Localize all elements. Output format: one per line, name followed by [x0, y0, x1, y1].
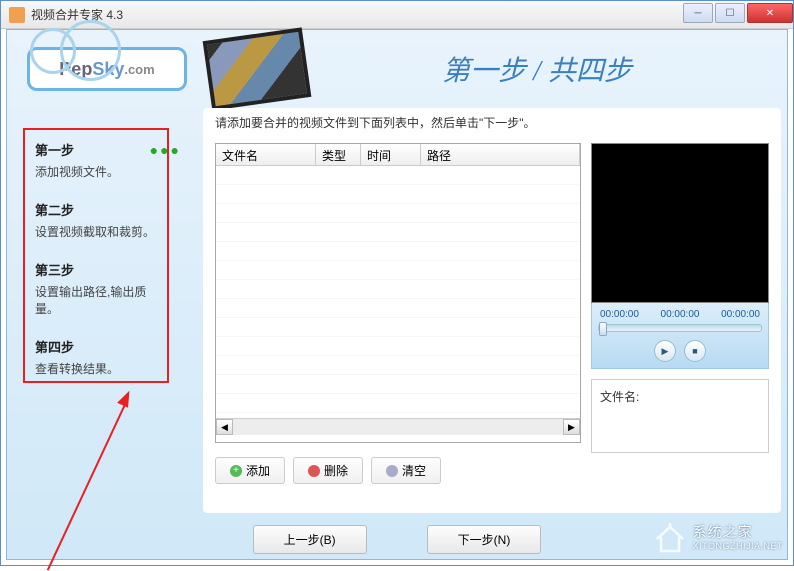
step-desc: 查看转换结果。 — [35, 360, 157, 377]
seek-slider[interactable] — [598, 324, 762, 332]
clear-label: 清空 — [402, 462, 426, 479]
content: ●●● 第一步 添加视频文件。 第二步 设置视频截取和裁剪。 第三步 设置输出路… — [7, 108, 787, 519]
clear-button[interactable]: 清空 — [371, 457, 441, 484]
stop-button[interactable]: ■ — [684, 340, 706, 362]
middle-row: 文件名 类型 时间 路径 ◀ ▶ — [215, 143, 769, 443]
step-desc: 设置输出路径,输出质量。 — [35, 283, 157, 317]
next-button[interactable]: 下一步(N) — [427, 525, 542, 554]
step-desc: 添加视频文件。 — [35, 163, 157, 180]
video-preview[interactable] — [591, 143, 769, 303]
col-time[interactable]: 时间 — [361, 144, 421, 165]
watermark-brand: 系统之家 — [693, 524, 783, 541]
step-title: 第三步 — [35, 260, 157, 279]
window-buttons: ─ ☐ ✕ — [681, 1, 793, 28]
filmstrip-image — [203, 27, 312, 110]
add-button[interactable]: + 添加 — [215, 457, 285, 484]
player-buttons: ▶ ■ — [598, 340, 762, 362]
app-window: 视频合并专家 4.3 ─ ☐ ✕ PepSky.com 第一步 / 共四步 ●●… — [0, 0, 794, 566]
delete-icon — [308, 465, 320, 477]
delete-label: 删除 — [324, 462, 348, 479]
logo: PepSky.com — [27, 47, 187, 91]
watermark-url: XITONGZHIJIA.NET — [693, 541, 783, 552]
minimize-button[interactable]: ─ — [683, 3, 713, 23]
sidebar-step-3[interactable]: 第三步 设置输出路径,输出质量。 — [35, 260, 157, 317]
action-row: + 添加 删除 清空 — [215, 457, 769, 484]
bubbles-decoration — [20, 28, 110, 68]
delete-button[interactable]: 删除 — [293, 457, 363, 484]
table-header: 文件名 类型 时间 路径 — [216, 144, 580, 166]
sidebar-step-1[interactable]: 第一步 添加视频文件。 — [35, 140, 157, 180]
active-step-dots: ●●● — [150, 142, 181, 158]
steps-highlight-box: ●●● 第一步 添加视频文件。 第二步 设置视频截取和裁剪。 第三步 设置输出路… — [23, 128, 169, 383]
header: PepSky.com 第一步 / 共四步 — [7, 30, 787, 108]
scroll-track[interactable] — [233, 419, 563, 435]
house-icon — [653, 521, 687, 555]
preview-panel: 00:00:00 00:00:00 00:00:00 ▶ ■ — [591, 143, 769, 443]
scroll-left-icon[interactable]: ◀ — [216, 419, 233, 435]
horizontal-scrollbar[interactable]: ◀ ▶ — [216, 418, 580, 435]
col-type[interactable]: 类型 — [316, 144, 361, 165]
seek-thumb[interactable] — [599, 322, 607, 336]
add-icon: + — [230, 465, 242, 477]
time-readout: 00:00:00 00:00:00 00:00:00 — [598, 309, 762, 320]
logo-com: .com — [124, 62, 154, 77]
app-body: PepSky.com 第一步 / 共四步 ●●● 第一步 添加视频文件。 第二步… — [6, 29, 788, 560]
player-controls: 00:00:00 00:00:00 00:00:00 ▶ ■ — [591, 303, 769, 369]
window-title: 视频合并专家 4.3 — [31, 6, 681, 23]
time-current: 00:00:00 — [661, 309, 700, 320]
filename-label: 文件名: — [600, 390, 639, 404]
sidebar: ●●● 第一步 添加视频文件。 第二步 设置视频截取和裁剪。 第三步 设置输出路… — [7, 108, 203, 519]
step-title: 第四步 — [35, 337, 157, 356]
file-table[interactable]: 文件名 类型 时间 路径 ◀ ▶ — [215, 143, 581, 443]
watermark: 系统之家 XITONGZHIJIA.NET — [653, 521, 783, 555]
instruction-text: 请添加要合并的视频文件到下面列表中，然后单击"下一步"。 — [215, 114, 769, 131]
stop-icon: ■ — [692, 346, 697, 356]
add-label: 添加 — [246, 462, 270, 479]
clear-icon — [386, 465, 398, 477]
play-icon: ▶ — [662, 346, 669, 357]
sidebar-step-4[interactable]: 第四步 查看转换结果。 — [35, 337, 157, 377]
step-desc: 设置视频截取和裁剪。 — [35, 223, 157, 240]
sidebar-step-2[interactable]: 第二步 设置视频截取和裁剪。 — [35, 200, 157, 240]
scroll-right-icon[interactable]: ▶ — [563, 419, 580, 435]
col-filename[interactable]: 文件名 — [216, 144, 316, 165]
titlebar[interactable]: 视频合并专家 4.3 ─ ☐ ✕ — [1, 1, 793, 29]
filename-box: 文件名: — [591, 379, 769, 453]
col-path[interactable]: 路径 — [421, 144, 580, 165]
app-icon — [9, 7, 25, 23]
main-panel: 请添加要合并的视频文件到下面列表中，然后单击"下一步"。 文件名 类型 时间 路… — [203, 108, 781, 513]
maximize-button[interactable]: ☐ — [715, 3, 745, 23]
time-start: 00:00:00 — [600, 309, 639, 320]
play-button[interactable]: ▶ — [654, 340, 676, 362]
table-body[interactable] — [216, 166, 580, 418]
close-button[interactable]: ✕ — [747, 3, 793, 23]
step-banner: 第一步 / 共四步 — [307, 49, 767, 89]
time-end: 00:00:00 — [721, 309, 760, 320]
step-title: 第二步 — [35, 200, 157, 219]
prev-button[interactable]: 上一步(B) — [253, 525, 367, 554]
step-title: 第一步 — [35, 140, 157, 159]
